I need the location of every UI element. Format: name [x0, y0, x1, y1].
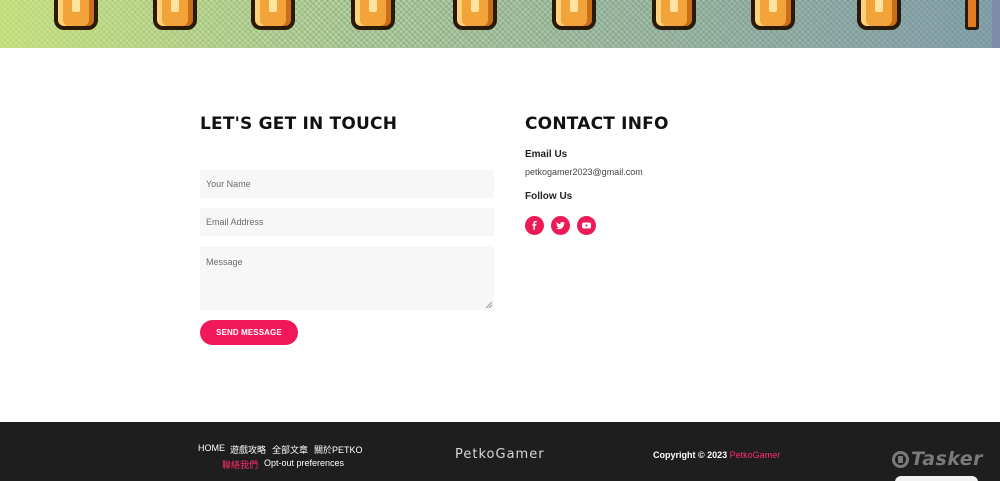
coin-icon — [552, 0, 596, 30]
resize-handle-icon[interactable] — [486, 302, 492, 308]
copyright-text: Copyright © 2023 PetkoGamer — [653, 450, 780, 460]
footer-nav-home[interactable]: HOME — [198, 443, 225, 453]
name-input[interactable]: Your Name — [200, 170, 494, 198]
coin-icon — [965, 0, 979, 30]
footer-nav-game-guides[interactable]: 遊戲攻略 — [230, 443, 266, 456]
watermark-text: Tasker — [911, 448, 984, 470]
footer-nav-all-articles[interactable]: 全部文章 — [272, 443, 308, 456]
send-message-button[interactable]: SEND MESSAGE — [200, 320, 298, 345]
floating-widget-tab[interactable] — [895, 476, 978, 481]
footer-brand: PetkoGamer — [455, 447, 545, 462]
tasker-logo-icon — [892, 450, 909, 468]
contact-info-title: CONTACT INFO — [525, 114, 669, 134]
coin-icon — [153, 0, 197, 30]
facebook-icon[interactable] — [525, 216, 544, 235]
coin-icon — [652, 0, 696, 30]
copyright-brand-link[interactable]: PetkoGamer — [730, 450, 781, 460]
twitter-icon[interactable] — [551, 216, 570, 235]
coin-icon — [751, 0, 795, 30]
message-textarea[interactable]: Message — [200, 246, 494, 310]
footer-nav-about[interactable]: 關於PETKO — [314, 443, 363, 456]
email-value[interactable]: petkogamer2023@gmail.com — [525, 167, 643, 177]
copyright-prefix: Copyright © 2023 — [653, 450, 728, 460]
coin-icon — [857, 0, 901, 30]
follow-us-label: Follow Us — [525, 191, 573, 202]
coin-icon — [54, 0, 98, 30]
coin-icon — [251, 0, 295, 30]
contact-form-title: LET'S GET IN TOUCH — [200, 114, 398, 134]
banner-edge — [992, 0, 1000, 48]
footer-nav-contact[interactable]: 聯絡我們 — [222, 458, 258, 471]
coin-icon — [351, 0, 395, 30]
message-placeholder: Message — [206, 257, 243, 267]
footer-nav-opt-out[interactable]: Opt-out preferences — [264, 458, 344, 468]
coin-icon — [453, 0, 497, 30]
email-us-label: Email Us — [525, 149, 568, 160]
site-footer: HOME 遊戲攻略 全部文章 關於PETKO 聯絡我們 Opt-out pref… — [0, 422, 1000, 481]
youtube-icon[interactable] — [577, 216, 596, 235]
pixel-coin-banner — [0, 0, 1000, 48]
tasker-watermark: Tasker — [892, 448, 983, 470]
email-input[interactable]: Email Address — [200, 208, 494, 236]
